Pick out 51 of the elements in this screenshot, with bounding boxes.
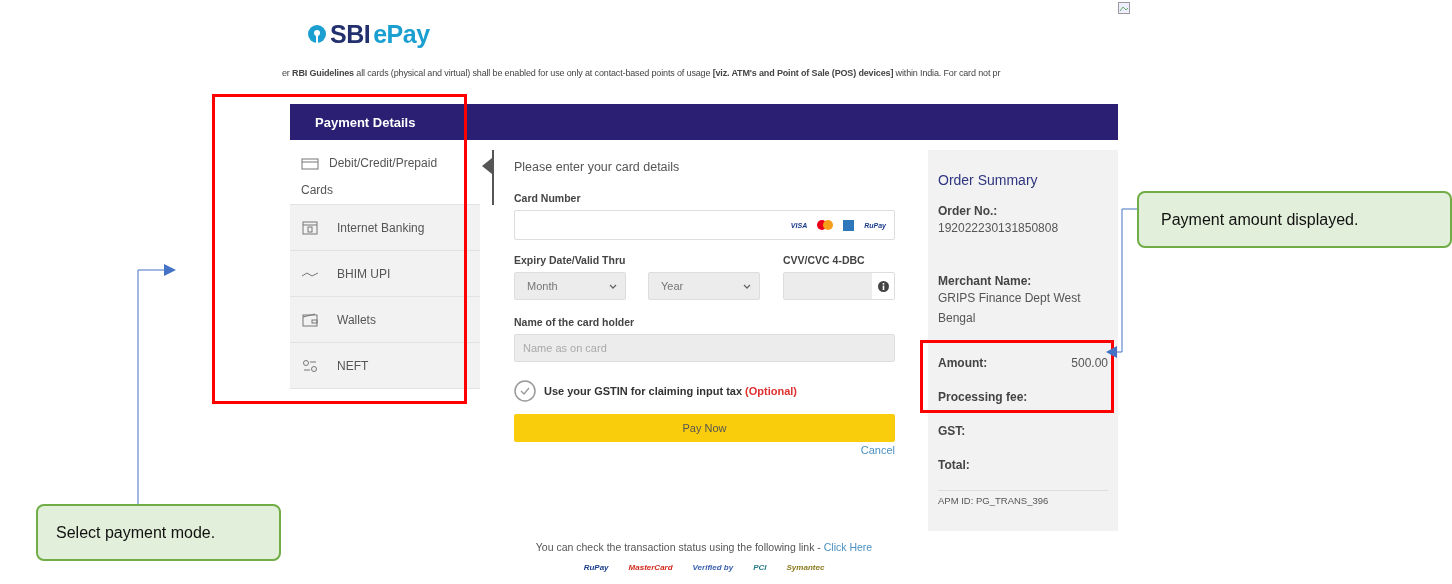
mastercard-logo bbox=[817, 220, 834, 230]
payment-mode-item[interactable]: Internet Banking bbox=[290, 205, 480, 251]
sbi-epay-logo: SBIePay bbox=[307, 19, 430, 49]
card-icon bbox=[301, 156, 319, 171]
order-number: 192022230131850808 bbox=[938, 220, 1060, 237]
wallet-icon bbox=[301, 312, 319, 327]
payment-brand-logo: Verified by bbox=[692, 563, 734, 572]
summary-label: Total: bbox=[938, 458, 970, 472]
summary-label: Amount: bbox=[938, 356, 988, 370]
broken-image-icon bbox=[1118, 2, 1130, 14]
gstin-label: Use your GSTIN for claiming input tax (Optional) bbox=[544, 385, 798, 397]
click-here-link[interactable]: Click Here bbox=[823, 541, 873, 553]
caret-icon bbox=[609, 283, 617, 289]
caret-icon bbox=[743, 283, 751, 289]
rbi-guidelines-notice: er RBI Guidelines all cards (physical and virtual) shall be enabled for use only at contact-based points of usage [viz. ATM's and Point of Sale (POS) devices] within India. For card not pr bbox=[282, 67, 1002, 80]
payment-mode-item[interactable]: Wallets bbox=[290, 297, 480, 343]
pay-now-button[interactable]: Pay Now bbox=[514, 414, 895, 442]
summary-label: Order No.: bbox=[938, 204, 999, 218]
payment-mode-item[interactable]: BHIM UPI bbox=[290, 251, 480, 297]
summary-label: Merchant Name: bbox=[938, 274, 1033, 288]
transfer-icon bbox=[301, 358, 319, 373]
apm-id: APM ID: PG_TRANS_396 bbox=[938, 490, 1108, 506]
transaction-status-text: You can check the transaction status using the following link - Click Here bbox=[535, 541, 873, 553]
check-circle-icon[interactable] bbox=[514, 380, 536, 402]
field-label: Card Number bbox=[514, 192, 582, 204]
info-icon bbox=[877, 281, 889, 292]
order-summary-title: Order Summary bbox=[938, 172, 1039, 188]
amex-logo bbox=[843, 219, 855, 231]
payment-mode-item[interactable]: NEFT bbox=[290, 343, 480, 389]
merchant-name: GRIPS Finance Dept West Bengal bbox=[938, 290, 1082, 327]
payment-brand-logo: MasterCard bbox=[628, 563, 673, 572]
summary-value: 500.00 bbox=[1071, 355, 1108, 372]
payment-brand-logo: Symantec bbox=[786, 563, 825, 572]
payment-brand-logo: RuPay bbox=[583, 563, 609, 572]
selection-pointer bbox=[480, 150, 494, 205]
callout: Payment amount displayed. bbox=[1137, 191, 1452, 248]
month-select[interactable]: Month bbox=[514, 272, 626, 300]
field-label: Name of the card holder bbox=[514, 316, 636, 328]
card-holder-field[interactable]: Name as on card bbox=[514, 334, 895, 362]
payment-details-header: Payment Details bbox=[290, 104, 1118, 140]
payment-brand-logo: PCI bbox=[753, 563, 767, 572]
cvv-field[interactable] bbox=[783, 272, 895, 300]
year-select[interactable]: Year bbox=[648, 272, 760, 300]
summary-label: Processing fee: bbox=[938, 390, 1028, 404]
bank-icon bbox=[301, 220, 319, 235]
form-intro: Please enter your card details bbox=[514, 160, 681, 174]
callout: Select payment mode. bbox=[36, 504, 281, 561]
summary-label: GST: bbox=[938, 424, 966, 438]
cancel-link[interactable]: Cancel bbox=[860, 444, 895, 456]
field-label: Expiry Date/Valid Thru bbox=[514, 254, 626, 266]
field-label: CVV/CVC 4-DBC bbox=[783, 254, 866, 266]
